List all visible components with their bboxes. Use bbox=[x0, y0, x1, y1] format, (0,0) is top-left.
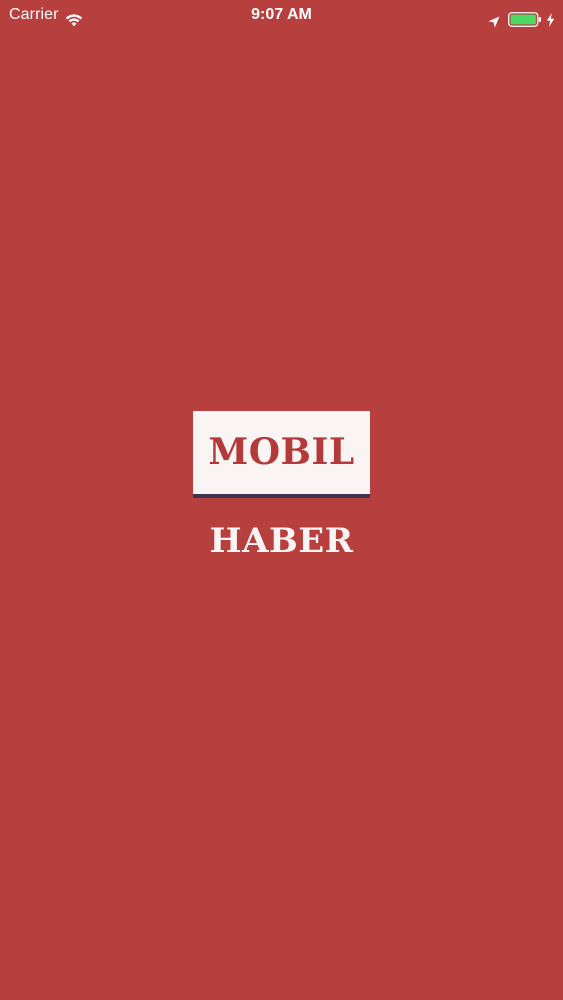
status-right bbox=[488, 0, 555, 30]
status-bar: Carrier 9:07 AM bbox=[0, 0, 563, 30]
status-time: 9:07 AM bbox=[251, 6, 312, 23]
logo-mobil-text: MOBIL bbox=[208, 431, 355, 473]
app-logo: MOBIL HABER bbox=[193, 411, 370, 560]
logo-box: MOBIL bbox=[193, 411, 370, 498]
battery-icon bbox=[508, 8, 542, 27]
location-arrow-icon bbox=[488, 9, 500, 28]
charging-bolt-icon bbox=[546, 8, 555, 27]
logo-haber-text: HABER bbox=[209, 521, 354, 561]
